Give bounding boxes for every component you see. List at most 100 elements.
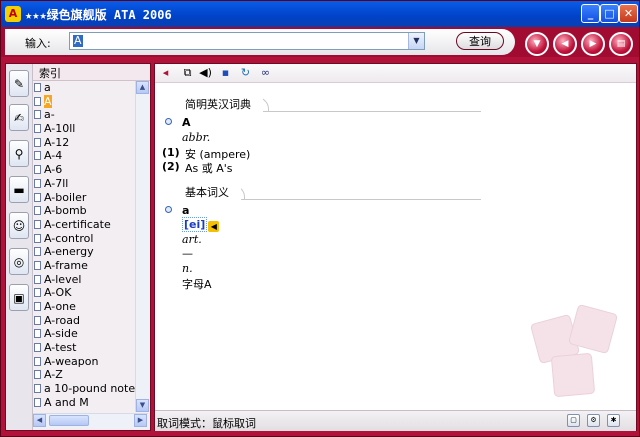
list-item-label: A-road <box>44 313 80 327</box>
people-icon[interactable]: ☺ <box>9 212 29 239</box>
maximize-button[interactable]: □ <box>600 4 619 23</box>
scroll-left-icon[interactable]: ◀ <box>33 414 46 427</box>
back-icon[interactable]: ◀ <box>553 32 577 56</box>
headword: A <box>182 116 191 129</box>
back-arrow-icon[interactable]: ◂ <box>159 66 172 79</box>
list-item[interactable]: A-certificate <box>33 218 136 232</box>
input-label: 输入: <box>25 37 51 50</box>
capture-mode-status[interactable]: 取词模式：鼠标取词 <box>157 415 256 431</box>
index-title: 索引 <box>39 67 61 80</box>
list-item[interactable]: A-frame <box>33 259 136 273</box>
pronounce-speaker-icon[interactable]: ◀ <box>208 221 220 232</box>
document-icon <box>34 151 41 161</box>
list-item-label: a <box>44 81 51 94</box>
forward-icon[interactable]: ▶ <box>581 32 605 56</box>
document-icon <box>34 329 41 339</box>
list-item[interactable]: A-energy <box>33 245 136 259</box>
list-item-label: A-control <box>44 231 94 245</box>
document-icon <box>34 219 41 229</box>
entry-bullet-icon <box>165 206 172 213</box>
pencil-book-icon[interactable]: ✎ <box>9 70 29 97</box>
magnifier-icon[interactable]: ⚲ <box>9 140 29 167</box>
list-item[interactable]: A <box>33 94 136 109</box>
document-icon <box>34 206 41 216</box>
speaker-icon[interactable]: ◀) <box>199 66 212 79</box>
query-button[interactable]: 查询 <box>456 32 504 50</box>
list-item[interactable]: A-control <box>33 232 136 246</box>
list-item[interactable]: A-weapon <box>33 355 136 369</box>
globe-icon[interactable]: ◎ <box>9 248 29 275</box>
list-item[interactable]: A-6 <box>33 163 136 177</box>
part-of-speech: abbr. <box>182 131 211 144</box>
list-item-label: A-side <box>44 327 78 341</box>
sense-text: As 或 A's <box>185 162 233 175</box>
content-toolbar: ◂ ⧉ ◀) ▪ ↻ ∞ <box>155 64 636 83</box>
book-icon[interactable]: ▬ <box>9 176 29 203</box>
list-item-label: A-energy <box>44 245 94 259</box>
list-item[interactable]: a <box>33 81 136 95</box>
vertical-scrollbar[interactable]: ▲ ▼ <box>135 81 149 412</box>
status-bar: 取词模式：鼠标取词 ▢ ⚙ ✱ <box>155 410 636 431</box>
sense-number: (1) <box>162 146 180 159</box>
list-item[interactable]: a 10-pound note <box>33 382 136 396</box>
edit-icon[interactable]: ✍ <box>9 104 29 131</box>
refresh-icon[interactable]: ↻ <box>239 66 252 79</box>
close-button[interactable]: ✕ <box>619 4 638 23</box>
search-input-value[interactable]: A <box>73 35 83 47</box>
list-item[interactable]: A-12 <box>33 136 136 150</box>
list-item-label: A-7ll <box>44 176 69 190</box>
list-item-label: A-10ll <box>44 122 76 136</box>
scroll-up-icon[interactable]: ▲ <box>136 81 149 94</box>
document-icon <box>34 288 41 298</box>
list-item-label: A-frame <box>44 258 88 272</box>
settings-icon[interactable]: ⚙ <box>587 414 600 427</box>
list-item[interactable]: A-Z <box>33 368 136 382</box>
copy-icon[interactable]: ⧉ <box>181 66 194 79</box>
binoculars-icon[interactable]: ∞ <box>259 66 272 79</box>
list-item[interactable]: A-road <box>33 314 136 328</box>
list-item[interactable]: A and M <box>33 396 136 410</box>
list-item-label: A-boiler <box>44 190 87 204</box>
document-icon <box>34 192 41 202</box>
window-icon[interactable]: ▢ <box>567 414 580 427</box>
clipboard-icon[interactable]: ▣ <box>9 284 29 311</box>
scroll-right-icon[interactable]: ▶ <box>134 414 147 427</box>
notebook-icon[interactable]: ▤ <box>609 32 633 56</box>
save-icon[interactable]: ▪ <box>219 66 232 79</box>
section-header: 简明英汉词典 <box>181 97 481 112</box>
list-item[interactable]: A-7ll <box>33 177 136 191</box>
list-item[interactable]: A-boiler <box>33 191 136 205</box>
dropdown-arrow-icon[interactable]: ▼ <box>408 33 424 49</box>
list-item-label: A-one <box>44 300 76 313</box>
document-icon <box>34 274 41 284</box>
headword: a <box>182 204 190 217</box>
list-item[interactable]: A-10ll <box>33 122 136 136</box>
minimize-button[interactable]: _ <box>581 4 600 23</box>
section-header: 基本词义 <box>181 185 481 200</box>
list-item[interactable]: A-one <box>33 300 136 314</box>
list-item[interactable]: a- <box>33 108 136 122</box>
meaning-text: 字母A <box>182 278 212 291</box>
document-icon <box>34 110 41 120</box>
scroll-down-icon[interactable]: ▼ <box>136 399 149 412</box>
list-item[interactable]: A-test <box>33 341 136 355</box>
search-input[interactable]: A ▼ <box>69 32 425 50</box>
tools-icon[interactable]: ✱ <box>607 414 620 427</box>
list-item[interactable]: A-side <box>33 327 136 341</box>
list-item-label: a 10-pound note <box>44 382 136 396</box>
app-window: A ★★★绿色旗舰版 ATA 2006 _ □ ✕ 输入: A ▼ 查询 ▼ ◀… <box>0 0 640 437</box>
list-item[interactable]: A-4 <box>33 149 136 163</box>
document-icon <box>34 83 41 92</box>
horizontal-scroll-thumb[interactable] <box>49 415 89 426</box>
index-panel: ✎ ✍ ⚲ ▬ ☺ ◎ ▣ 索引 a Aa- A-10ll A-12 A-4 A-6 A-7… <box>5 63 151 431</box>
list-item[interactable]: A-OK <box>33 286 136 300</box>
search-bar: 输入: A ▼ 查询 <box>5 29 515 55</box>
document-icon <box>34 343 41 353</box>
word-list[interactable]: a Aa- A-10ll A-12 A-4 A-6 A-7ll A-boiler A-bomb A… <box>33 81 136 412</box>
title-bar[interactable]: A ★★★绿色旗舰版 ATA 2006 _ □ ✕ <box>1 1 639 27</box>
down-circle-icon[interactable]: ▼ <box>525 32 549 56</box>
list-item[interactable]: A-bomb <box>33 204 136 218</box>
list-item[interactable]: A-level <box>33 273 136 287</box>
horizontal-scrollbar[interactable]: ◀ ▶ <box>33 413 148 428</box>
document-icon <box>34 178 41 188</box>
